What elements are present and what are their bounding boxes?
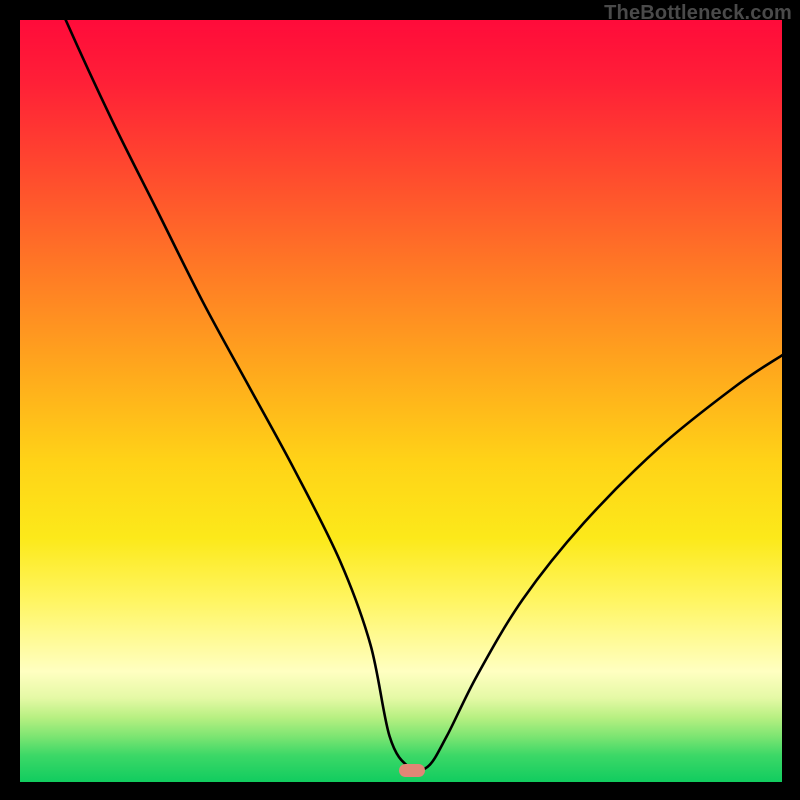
bottleneck-curve	[20, 20, 782, 782]
plot-area	[20, 20, 782, 782]
chart-stage: TheBottleneck.com	[0, 0, 800, 800]
optimal-marker	[399, 764, 425, 777]
watermark-caption: TheBottleneck.com	[604, 2, 792, 25]
